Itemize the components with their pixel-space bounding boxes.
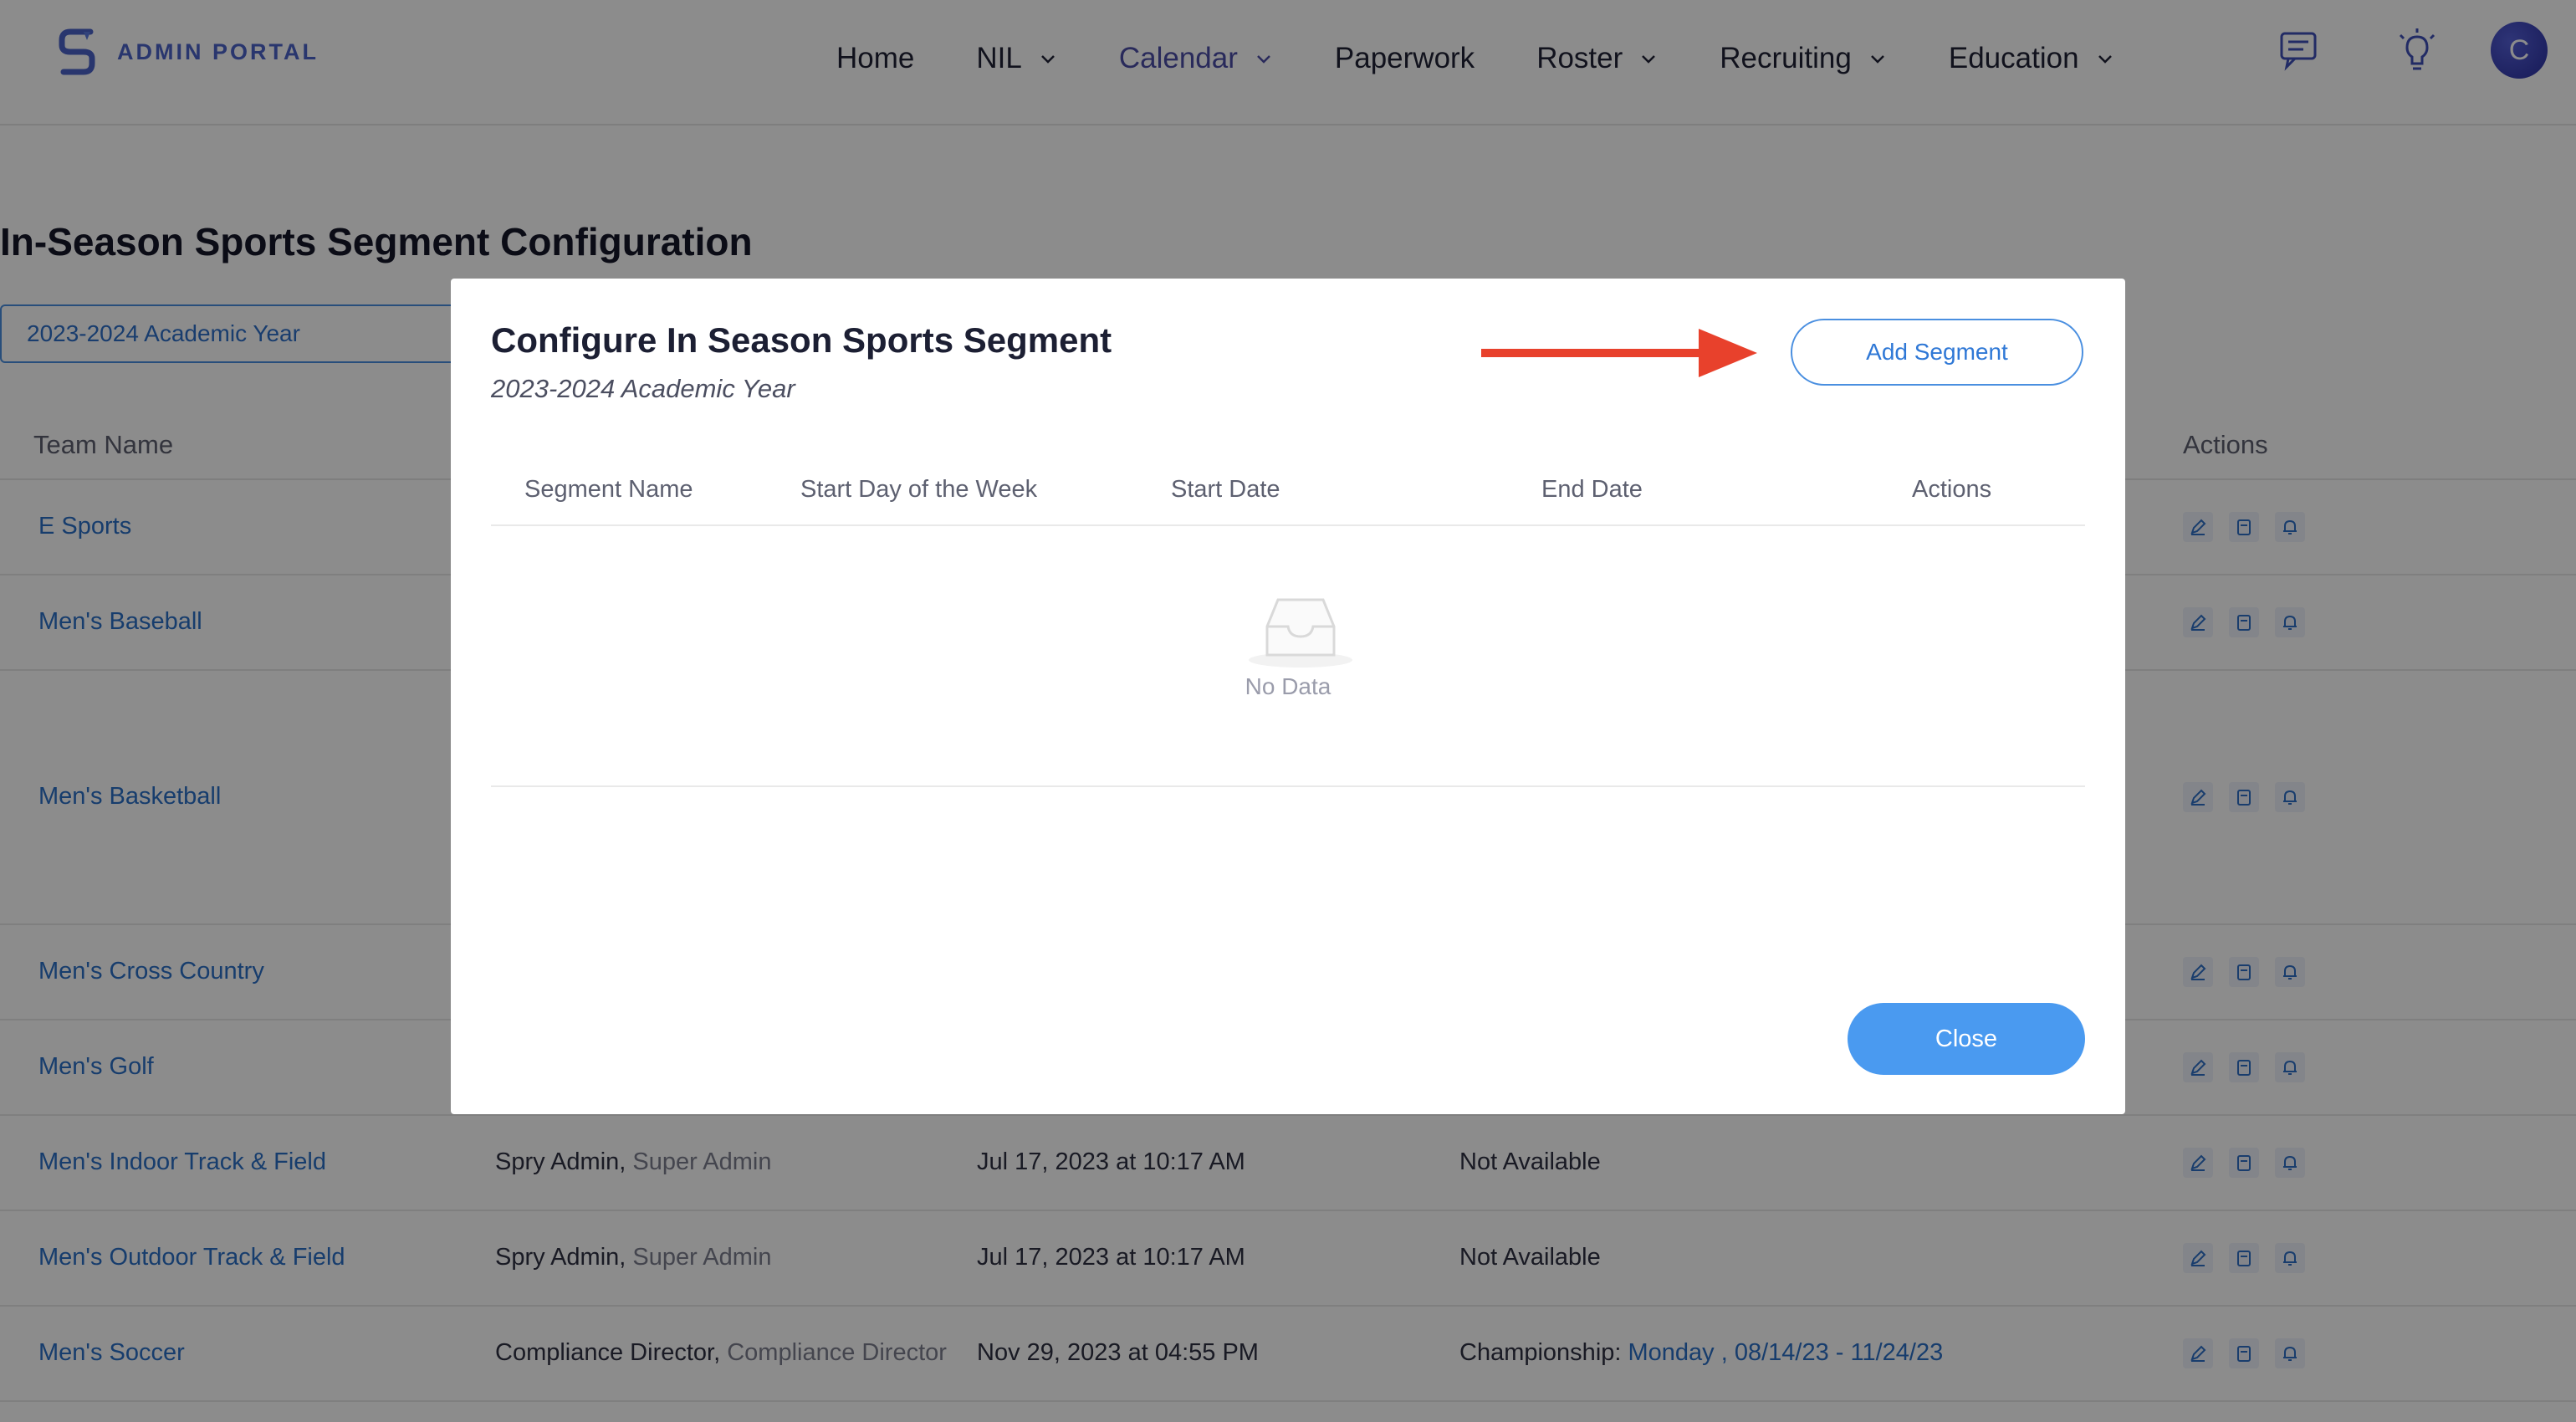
empty-state: No Data	[491, 526, 2085, 787]
header-start-date: Start Date	[1171, 476, 1280, 503]
modal-subtitle: 2023-2024 Academic Year	[491, 374, 795, 403]
close-button[interactable]: Close	[1848, 1003, 2085, 1075]
header-start-day: Start Day of the Week	[800, 476, 1038, 503]
segments-table-header: Segment Name Start Day of the Week Start…	[491, 454, 2085, 526]
configure-segment-modal: Configure In Season Sports Segment 2023-…	[451, 279, 2125, 1114]
header-segment-name: Segment Name	[524, 476, 693, 503]
add-segment-button[interactable]: Add Segment	[1791, 319, 2083, 386]
modal-title: Configure In Season Sports Segment	[491, 320, 1112, 360]
header-actions: Actions	[1912, 476, 1992, 503]
empty-text: No Data	[1245, 673, 1331, 699]
annotation-arrow-icon	[1481, 329, 1757, 377]
header-end-date: End Date	[1541, 476, 1643, 503]
empty-inbox-icon	[1249, 598, 1352, 668]
